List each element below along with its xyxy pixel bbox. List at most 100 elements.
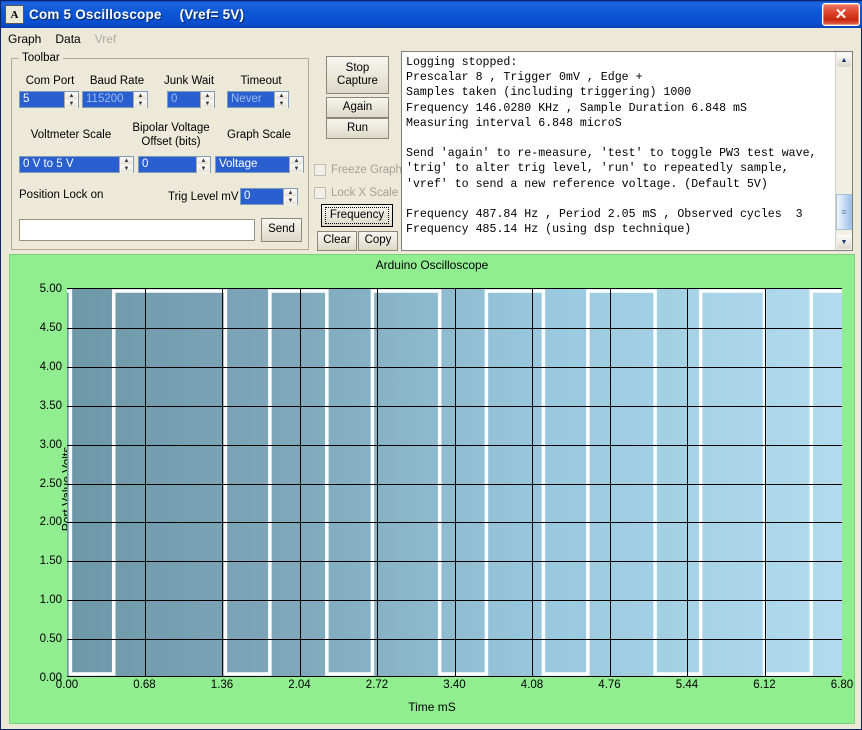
menu-item-data[interactable]: Data xyxy=(55,32,80,46)
frequency-button[interactable]: Frequency xyxy=(321,204,393,227)
chart-x-tick-label: 5.44 xyxy=(675,679,699,691)
voltmeter-scale-stepper[interactable]: 0 V to 5 V ▲ ▼ xyxy=(19,156,134,173)
bipolar-offset-stepper-buttons[interactable]: ▲ ▼ xyxy=(196,157,210,173)
chart-y-tick-label: 2.50 xyxy=(39,477,62,490)
spinner-down-icon[interactable]: ▼ xyxy=(65,100,78,108)
chart-x-tick-label: 3.40 xyxy=(443,679,466,691)
junk-wait-value[interactable]: 0 xyxy=(168,92,200,107)
spinner-down-icon[interactable]: ▼ xyxy=(275,100,288,108)
chart-x-tick-label: 2.72 xyxy=(365,679,389,691)
scroll-up-icon[interactable]: ▲ xyxy=(836,52,852,68)
log-scrollbar-thumb[interactable]: ≡ xyxy=(836,194,852,230)
send-button[interactable]: Send xyxy=(261,218,302,242)
spinner-down-icon[interactable]: ▼ xyxy=(134,100,147,108)
trig-level-label: Trig Level mV xyxy=(168,191,239,203)
spinner-down-icon[interactable]: ▼ xyxy=(290,165,303,173)
baud-rate-value[interactable]: 115200 xyxy=(83,92,133,107)
stop-capture-line2: Capture xyxy=(337,75,378,87)
spinner-up-icon[interactable]: ▲ xyxy=(284,189,297,197)
chart-gridline-vertical xyxy=(299,289,301,676)
chart-x-tick-label: 6.12 xyxy=(753,679,776,691)
com-port-label: Com Port xyxy=(25,75,75,87)
oscilloscope-window: A Com 5 Oscilloscope (Vref= 5V) ✕ Graph … xyxy=(0,0,862,730)
graph-scale-stepper-buttons[interactable]: ▲ ▼ xyxy=(289,157,303,173)
voltmeter-scale-value[interactable]: 0 V to 5 V xyxy=(20,157,119,172)
baud-rate-stepper[interactable]: 115200 ▲ ▼ xyxy=(82,91,148,108)
spinner-up-icon[interactable]: ▲ xyxy=(290,157,303,165)
com-port-stepper-buttons[interactable]: ▲ ▼ xyxy=(64,92,78,108)
spinner-down-icon[interactable]: ▼ xyxy=(197,165,210,173)
chart-x-tick-label: 0.00 xyxy=(55,679,79,691)
trig-level-stepper-buttons[interactable]: ▲ ▼ xyxy=(283,189,297,205)
com-port-value[interactable]: 5 xyxy=(20,92,64,107)
com-port-stepper[interactable]: 5 ▲ ▼ xyxy=(19,91,79,108)
chart-gridline-vertical xyxy=(764,289,766,676)
app-icon: A xyxy=(5,5,24,24)
spinner-up-icon[interactable]: ▲ xyxy=(120,157,133,165)
chart-gridline-vertical xyxy=(687,289,688,676)
timeout-value[interactable]: Never xyxy=(228,92,274,107)
menu-item-vref: Vref xyxy=(94,31,117,46)
log-text[interactable]: Logging stopped: Prescalar 8 , Trigger 0… xyxy=(402,52,835,250)
chart-x-axis-label: Time mS xyxy=(408,700,456,714)
again-button[interactable]: Again xyxy=(326,97,389,118)
chart-plot-area[interactable]: 0.00 0.50 1.00 1.50 2.00 2.50 3.00 3.50 4.00 4.50… xyxy=(40,283,854,691)
junk-wait-stepper[interactable]: 0 ▲ ▼ xyxy=(167,91,215,108)
trig-level-stepper[interactable]: 0 ▲ ▼ xyxy=(240,188,298,205)
app-icon-glyph: A xyxy=(10,8,19,21)
chart-y-tick-label: 1.00 xyxy=(39,594,62,607)
chart-x-tick-label: 4.76 xyxy=(598,679,621,691)
close-icon[interactable]: ✕ xyxy=(822,3,860,26)
log-scrollbar[interactable]: ▲ ≡ ▼ xyxy=(835,52,852,250)
menu-item-graph[interactable]: Graph xyxy=(8,32,41,46)
stop-capture-line1: Stop xyxy=(345,61,370,74)
spinner-down-icon[interactable]: ▼ xyxy=(120,165,133,173)
command-input-field[interactable] xyxy=(20,220,254,240)
junk-wait-stepper-buttons[interactable]: ▲ ▼ xyxy=(200,92,214,108)
freeze-graph-label: Freeze Graph xyxy=(331,164,402,176)
clear-button[interactable]: Clear xyxy=(317,231,357,251)
junk-wait-label: Junk Wait xyxy=(163,75,215,87)
bipolar-offset-value[interactable]: 0 xyxy=(139,157,196,172)
window-title: Com 5 Oscilloscope (Vref= 5V) xyxy=(29,7,244,22)
copy-button[interactable]: Copy xyxy=(358,231,398,251)
spinner-down-icon[interactable]: ▼ xyxy=(201,100,214,108)
spinner-down-icon[interactable]: ▼ xyxy=(284,197,297,205)
chart-gridline-vertical xyxy=(454,289,456,676)
timeout-stepper-buttons[interactable]: ▲ ▼ xyxy=(274,92,288,108)
bipolar-offset-label-line2: Offset (bits) xyxy=(141,136,201,148)
command-input[interactable] xyxy=(19,219,255,241)
spinner-up-icon[interactable]: ▲ xyxy=(134,92,147,100)
chart-x-tick-label: 2.04 xyxy=(288,679,311,691)
baud-rate-stepper-buttons[interactable]: ▲ ▼ xyxy=(133,92,147,108)
scroll-down-icon[interactable]: ▼ xyxy=(836,234,852,250)
trig-level-value[interactable]: 0 xyxy=(241,189,283,204)
chart-x-tick-label: 6.80 xyxy=(830,679,854,691)
chart-y-tick-label: 3.00 xyxy=(39,438,62,451)
chart-x-tick-label: 4.08 xyxy=(520,679,544,691)
bipolar-offset-stepper[interactable]: 0 ▲ ▼ xyxy=(138,156,211,173)
voltmeter-scale-stepper-buttons[interactable]: ▲ ▼ xyxy=(119,157,133,173)
window-title-app: Com 5 Oscilloscope xyxy=(29,7,162,22)
graph-scale-value[interactable]: Voltage xyxy=(216,157,289,172)
chart-title: Arduino Oscilloscope xyxy=(375,258,489,272)
chart-gridline-vertical xyxy=(532,289,533,676)
spinner-up-icon[interactable]: ▲ xyxy=(65,92,78,100)
lock-x-scale-checkbox: Lock X Scale xyxy=(314,187,398,199)
chart-y-tick-label: 5.00 xyxy=(39,283,62,295)
graph-scale-stepper[interactable]: Voltage ▲ ▼ xyxy=(215,156,304,173)
stop-capture-button[interactable]: Stop Capture xyxy=(326,56,389,94)
chart-y-tick-label: 4.50 xyxy=(39,321,62,334)
run-button[interactable]: Run xyxy=(326,118,389,139)
checkbox-icon xyxy=(314,164,326,176)
timeout-stepper[interactable]: Never ▲ ▼ xyxy=(227,91,289,108)
freeze-graph-checkbox: Freeze Graph xyxy=(314,164,402,176)
bipolar-offset-label-line1: Bipolar Voltage xyxy=(132,122,210,134)
spinner-up-icon[interactable]: ▲ xyxy=(201,92,214,100)
log-scrollbar-track[interactable]: ≡ xyxy=(836,68,852,234)
chart-gridline-vertical xyxy=(222,289,223,676)
chart-gridline-vertical xyxy=(377,289,378,676)
spinner-up-icon[interactable]: ▲ xyxy=(275,92,288,100)
lock-x-scale-label: Lock X Scale xyxy=(331,187,399,199)
spinner-up-icon[interactable]: ▲ xyxy=(197,157,210,165)
